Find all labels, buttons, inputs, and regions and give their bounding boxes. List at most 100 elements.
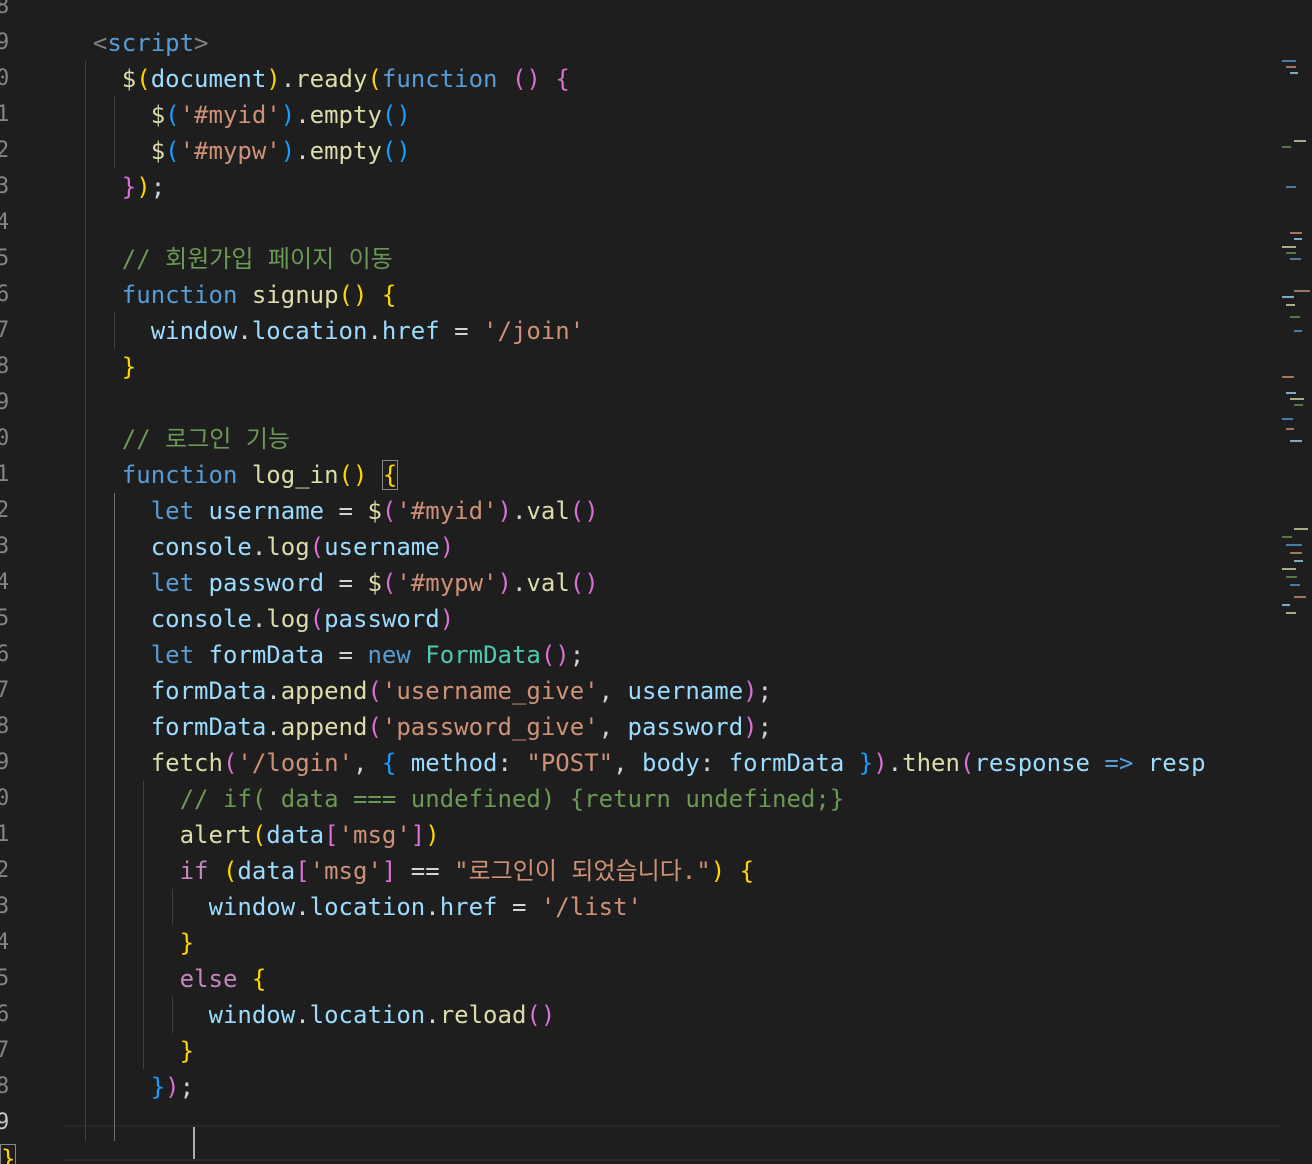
code-line[interactable]	[122, 205, 1280, 241]
minimap-mark	[1290, 552, 1302, 554]
code-token: console	[150, 605, 252, 633]
code-line[interactable]: fetch('/login', { method: "POST", body: …	[151, 745, 1280, 781]
code-token: (	[309, 605, 325, 633]
code-token: username	[627, 677, 744, 705]
code-token: ;	[179, 1073, 195, 1101]
code-line[interactable]: // 회원가입 페이지 이동	[122, 241, 1280, 277]
code-token: .	[511, 497, 527, 525]
code-token: }	[858, 749, 874, 777]
code-token: :	[699, 749, 729, 777]
code-line[interactable]	[122, 385, 1280, 421]
code-token: ()	[381, 137, 411, 165]
code-token: .	[295, 101, 310, 129]
code-token: (	[251, 821, 267, 849]
code-token: append	[280, 713, 368, 741]
code-token: username	[324, 533, 440, 561]
indent-guide	[171, 997, 173, 1033]
code-line[interactable]: window.location.href = '/list'	[209, 889, 1281, 925]
code-token: =	[324, 497, 368, 525]
code-line[interactable]: }	[122, 349, 1280, 385]
code-token: location	[251, 317, 368, 345]
code-token: )	[266, 65, 281, 93]
code-token: (	[309, 533, 325, 561]
code-line[interactable]	[122, 1105, 1280, 1141]
code-token: ()	[569, 569, 599, 597]
code-token: =	[324, 641, 368, 669]
code-token: let	[150, 641, 195, 669]
code-line[interactable]: window.location.href = '/join'	[151, 313, 1280, 349]
code-line[interactable]: <script>	[93, 25, 1280, 61]
code-token: =>	[1104, 749, 1134, 777]
minimap-mark	[1286, 428, 1294, 430]
code-line[interactable]: // 로그인 기능	[122, 421, 1280, 457]
code-line[interactable]: formData.append('password_give', passwor…	[151, 709, 1280, 745]
code-line[interactable]: function signup() {	[122, 277, 1280, 313]
code-token: {	[555, 65, 570, 93]
code-token: val	[526, 497, 570, 525]
minimap-mark	[1294, 596, 1306, 598]
code-token: "로그인이 되었습니다."	[454, 857, 711, 885]
code-token: (	[381, 569, 397, 597]
code-token: $	[150, 137, 166, 165]
code-line[interactable]: formData.append('username_give', usernam…	[151, 673, 1280, 709]
code-line[interactable]: $('#myid').empty()	[151, 97, 1280, 133]
code-line[interactable]: $('#mypw').empty()	[151, 133, 1280, 169]
code-line[interactable]: if (data['msg'] == "로그인이 되었습니다.") {	[180, 853, 1280, 889]
minimap-mark	[1282, 146, 1291, 148]
code-token: data	[266, 821, 325, 849]
code-token: href	[439, 893, 498, 921]
minimap-mark	[1282, 60, 1296, 62]
code-line[interactable]: // if( data === undefined) {return undef…	[180, 781, 1280, 817]
minimap-mark	[1286, 392, 1296, 394]
code-editor[interactable]: 89012345678901234567890123456789 <script…	[0, 0, 1280, 1164]
code-line[interactable]: function log_in() {	[122, 457, 1280, 493]
code-line[interactable]: }	[0, 1141, 1280, 1164]
code-token: .	[251, 605, 267, 633]
code-line[interactable]: console.log(username)	[151, 529, 1280, 565]
code-token: .	[251, 533, 267, 561]
code-line[interactable]: let username = $('#myid').val()	[151, 493, 1280, 529]
code-area[interactable]: <script> $(document).ready(function () {$…	[0, 0, 1280, 1164]
code-line[interactable]: $(document).ready(function () {	[122, 61, 1280, 97]
code-line[interactable]: window.location.reload()	[209, 997, 1281, 1033]
code-token: window	[150, 317, 238, 345]
code-token: signup	[251, 281, 339, 309]
minimap-mark	[1286, 612, 1296, 614]
code-token: password	[208, 569, 325, 597]
code-token: ready	[295, 65, 368, 93]
code-line[interactable]: console.log(password)	[151, 601, 1280, 637]
minimap[interactable]	[1280, 0, 1312, 1164]
minimap-mark	[1294, 330, 1302, 332]
minimap-mark	[1282, 376, 1294, 378]
code-token: .	[295, 893, 310, 921]
code-line[interactable]: }	[180, 925, 1280, 961]
code-token: (	[381, 497, 397, 525]
code-line[interactable]: alert(data['msg'])	[180, 817, 1280, 853]
code-token: location	[309, 1001, 426, 1029]
code-token: )	[165, 1073, 180, 1101]
code-token: =	[497, 893, 541, 921]
code-line[interactable]: });	[151, 1069, 1280, 1105]
code-comment: // 로그인 기능	[121, 425, 290, 453]
code-token: )	[873, 749, 888, 777]
code-token: {	[381, 460, 399, 490]
code-token: log_in	[251, 461, 339, 489]
code-line[interactable]: }	[180, 1033, 1280, 1069]
code-line[interactable]: else {	[180, 961, 1280, 997]
code-token: (	[222, 857, 238, 885]
code-line[interactable]: });	[122, 169, 1280, 205]
code-token: )	[425, 821, 440, 849]
minimap-mark	[1294, 560, 1303, 562]
code-token: '#myid'	[179, 101, 281, 129]
indent-guide	[171, 889, 173, 925]
code-line[interactable]	[64, 0, 1280, 25]
code-token: }	[0, 1144, 17, 1164]
code-line[interactable]: let formData = new FormData();	[151, 637, 1280, 673]
minimap-mark	[1294, 238, 1302, 240]
code-token: fetch	[150, 749, 223, 777]
code-line[interactable]: let password = $('#mypw').val()	[151, 565, 1280, 601]
code-token: script	[107, 29, 195, 57]
